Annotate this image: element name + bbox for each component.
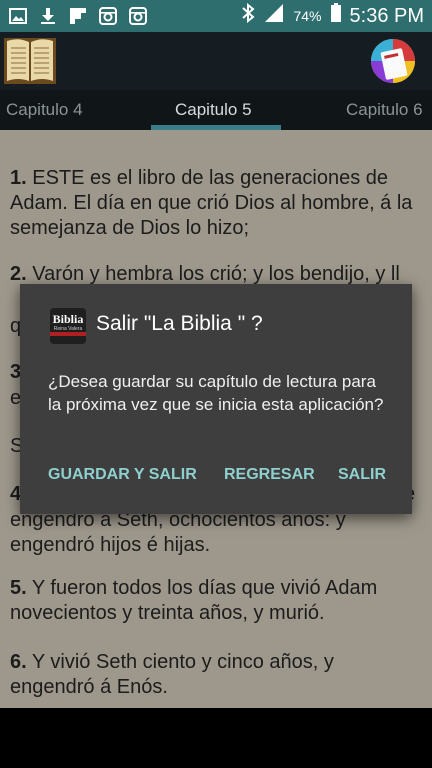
clock: 5:36 PM <box>349 4 424 27</box>
status-bar: 74% 5:36 PM <box>0 0 432 32</box>
app-logo-icon[interactable] <box>368 36 418 86</box>
battery-icon <box>330 3 342 29</box>
download-icon <box>38 6 58 26</box>
icon-title-text: Biblia <box>53 312 84 326</box>
action-bar <box>0 32 432 90</box>
system-icons: 74% 5:36 PM <box>241 2 432 29</box>
instagram-icon <box>128 6 148 26</box>
exit-dialog: Biblia Reina Valera Salir "La Biblia " ?… <box>20 284 412 514</box>
verse: 5. Y fueron todos los días que vivió Ada… <box>10 576 422 626</box>
dialog-title: Salir "La Biblia " ? <box>96 312 263 335</box>
bible-book-icon[interactable] <box>2 34 58 88</box>
verse: 6. Y vivió Seth ciento y cinco años, y e… <box>10 650 422 700</box>
chapter-tabs: Capitulo 4 Capitulo 5 Capitulo 6 <box>0 90 432 130</box>
verse: 1. ESTE es el libro de las generaciones … <box>10 166 422 241</box>
tab-capitulo-4[interactable]: Capitulo 4 <box>6 100 83 120</box>
instagram-icon <box>98 6 118 26</box>
gallery-icon <box>8 6 28 26</box>
verse-number: 6. <box>10 651 27 673</box>
battery-percent: 74% <box>293 8 322 24</box>
signal-icon <box>263 3 285 29</box>
save-and-exit-button[interactable]: GUARDAR Y SALIR <box>48 466 197 484</box>
back-button[interactable]: REGRESAR <box>224 466 315 484</box>
tab-capitulo-5[interactable]: Capitulo 5 <box>175 100 252 120</box>
tab-capitulo-6[interactable]: Capitulo 6 <box>346 100 423 120</box>
exit-button[interactable]: SALIR <box>338 466 386 484</box>
verse-number: 5. <box>10 577 27 599</box>
verse-text: ESTE es el libro de las generaciones de … <box>10 167 413 239</box>
verse-text: Varón y hembra los crió; y los bendijo, … <box>26 263 400 285</box>
bluetooth-icon <box>241 2 256 29</box>
bottom-bar <box>0 708 432 768</box>
biblia-app-icon: Biblia Reina Valera <box>50 308 86 344</box>
verse-number: 1. <box>10 167 27 189</box>
flipboard-icon <box>68 6 88 26</box>
verse-number: 2. <box>10 263 27 285</box>
verse-fragment: engendró hijos é hijas. <box>10 534 211 556</box>
notification-icons <box>0 6 148 26</box>
icon-subtitle-text: Reina Valera <box>54 326 83 332</box>
verse-text: Y fueron todos los días que vivió Adam n… <box>10 577 378 624</box>
verse-text: Y vivió Seth ciento y cinco años, y enge… <box>10 651 334 698</box>
dialog-message: ¿Desea guardar su capítulo de lectura pa… <box>48 372 384 414</box>
